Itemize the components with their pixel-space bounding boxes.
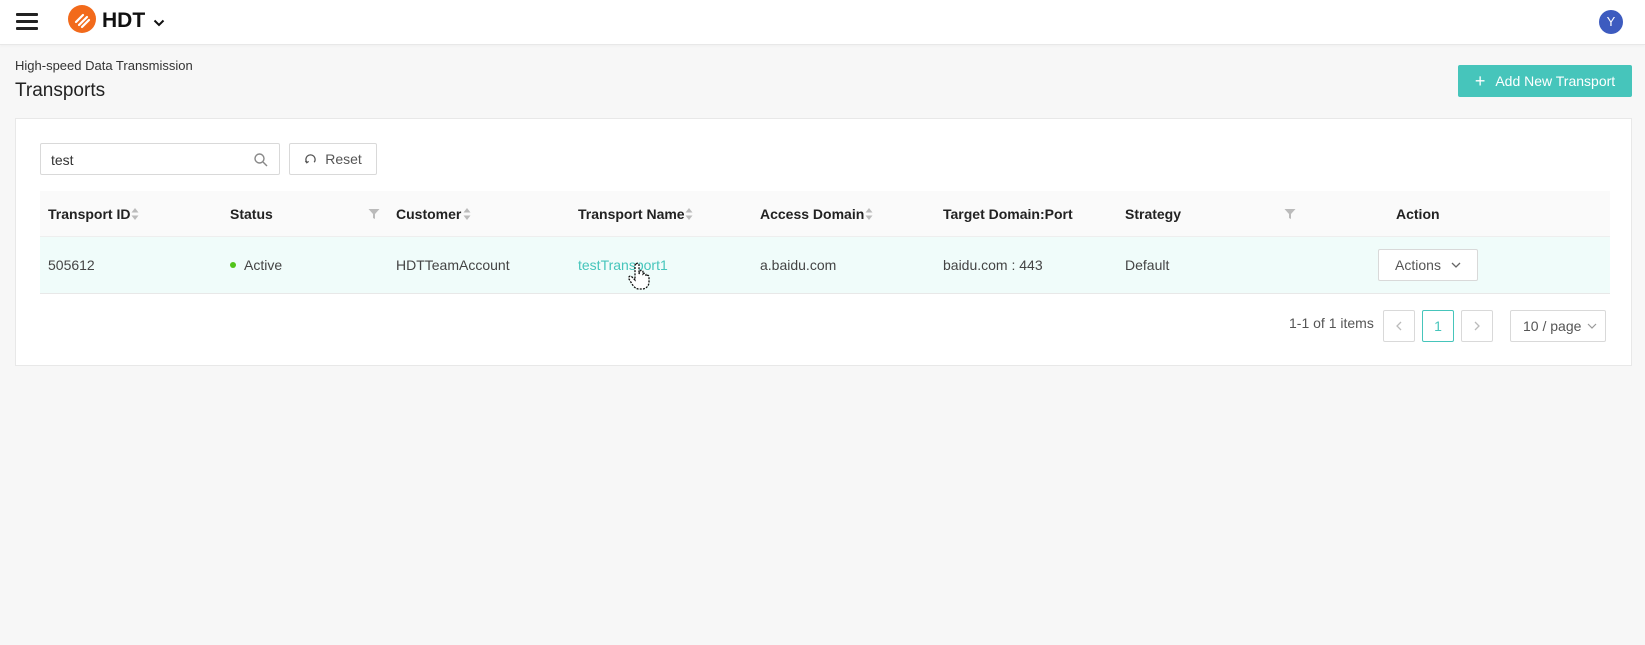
- chevron-left-icon: [1396, 321, 1402, 331]
- transport-name-link[interactable]: testTransport1: [578, 257, 668, 273]
- plus-icon: +: [1474, 71, 1486, 91]
- sort-icon[interactable]: [865, 207, 873, 221]
- status-text: Active: [244, 257, 283, 273]
- column-header-transport-id[interactable]: Transport ID: [48, 191, 130, 237]
- column-header-customer[interactable]: Customer: [396, 191, 461, 237]
- sort-icon[interactable]: [685, 207, 693, 221]
- status-dot-icon: [230, 262, 236, 269]
- table-row: 505612 Active HDTTeamAccount testTranspo…: [40, 237, 1610, 294]
- page-size-value: 10 / page: [1523, 318, 1582, 334]
- column-header-status[interactable]: Status: [230, 191, 273, 237]
- cell-access-domain: a.baidu.com: [760, 257, 837, 273]
- next-page-button[interactable]: [1461, 310, 1493, 342]
- app-switcher[interactable]: HDT: [102, 6, 165, 36]
- actions-dropdown-button[interactable]: Actions: [1378, 249, 1478, 281]
- page-title: Transports: [15, 80, 106, 101]
- previous-page-button[interactable]: [1383, 310, 1415, 342]
- sort-icon[interactable]: [131, 207, 139, 221]
- page-size-select[interactable]: 10 / page: [1510, 310, 1606, 342]
- search-box[interactable]: [40, 143, 280, 175]
- column-header-transport-name[interactable]: Transport Name: [578, 191, 685, 237]
- cell-transport-id: 505612: [48, 257, 95, 273]
- column-header-action: Action: [1396, 206, 1440, 222]
- column-header-target-domain-port: Target Domain:Port: [943, 206, 1073, 222]
- add-new-transport-button[interactable]: + Add New Transport: [1458, 65, 1632, 97]
- cell-status: Active: [230, 237, 282, 294]
- hdt-logo-icon: [68, 5, 96, 33]
- cell-customer: HDTTeamAccount: [396, 257, 510, 273]
- chevron-right-icon: [1474, 321, 1480, 331]
- column-header-access-domain[interactable]: Access Domain: [760, 191, 864, 237]
- reset-button[interactable]: Reset: [289, 143, 377, 175]
- avatar[interactable]: Y: [1599, 10, 1623, 34]
- cell-target-domain-port: baidu.com : 443: [943, 257, 1043, 273]
- transports-card: Reset Transport ID Status Customer Trans…: [15, 118, 1632, 366]
- sort-icon[interactable]: [463, 207, 471, 221]
- reset-icon: [305, 153, 316, 164]
- reset-label: Reset: [325, 151, 362, 167]
- actions-label: Actions: [1395, 257, 1441, 273]
- chevron-down-icon: [1587, 323, 1597, 329]
- top-bar: HDT Y: [0, 0, 1645, 45]
- chevron-down-icon: [153, 19, 165, 27]
- cell-transport-name: testTransport1: [578, 237, 668, 294]
- chevron-down-icon: [1451, 262, 1461, 268]
- breadcrumb: High-speed Data Transmission: [15, 58, 193, 73]
- filter-icon[interactable]: [368, 208, 380, 220]
- pagination-total: 1-1 of 1 items: [1289, 315, 1374, 331]
- search-icon[interactable]: [253, 152, 269, 168]
- search-input[interactable]: [51, 150, 241, 170]
- page-button-current[interactable]: 1: [1422, 310, 1454, 342]
- column-header-strategy[interactable]: Strategy: [1125, 191, 1181, 237]
- table-header: Transport ID Status Customer Transport N…: [40, 191, 1610, 237]
- menu-icon[interactable]: [16, 11, 38, 31]
- add-new-transport-label: Add New Transport: [1495, 73, 1616, 89]
- filter-icon[interactable]: [1284, 208, 1296, 220]
- cell-strategy: Default: [1125, 257, 1170, 273]
- app-name: HDT: [102, 9, 146, 32]
